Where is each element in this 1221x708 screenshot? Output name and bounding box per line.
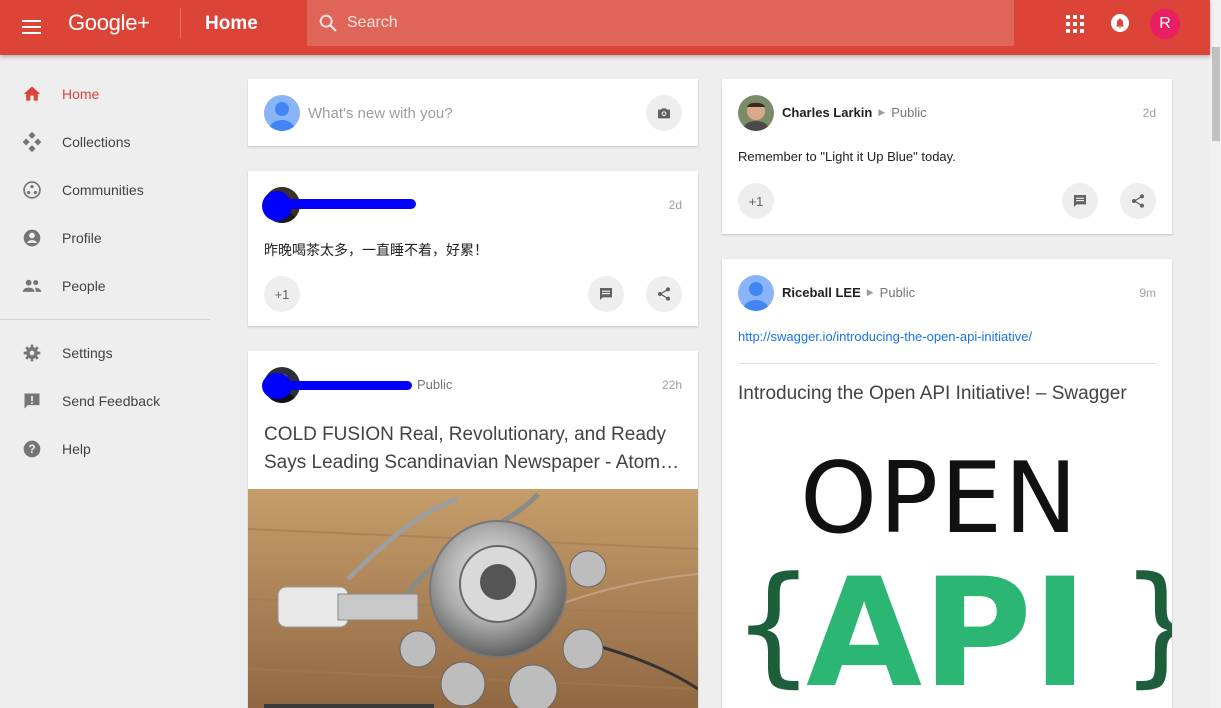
sidebar-item-help[interactable]: ? Help <box>0 425 210 473</box>
caret-right-icon: ▶ <box>878 107 886 117</box>
account-avatar[interactable]: R <box>1150 9 1180 39</box>
comment-button[interactable] <box>588 276 624 312</box>
search-input[interactable] <box>347 14 947 32</box>
google-plus-logo[interactable]: Google+ <box>68 10 150 36</box>
home-icon <box>21 83 43 105</box>
help-icon: ? <box>21 438 43 460</box>
sidebar-nav: Home Collections Communities Profile Peo… <box>0 70 210 473</box>
post-header-meta: Charles Larkin ▶ Public <box>782 105 927 120</box>
redacted-author-name <box>276 381 412 390</box>
search-icon <box>319 14 337 32</box>
openapi-right-brace: } <box>1120 554 1172 694</box>
camera-icon <box>658 108 670 119</box>
plus-one-button[interactable]: +1 <box>738 183 774 219</box>
sidebar-divider <box>0 319 210 320</box>
post-timestamp[interactable]: 22h <box>662 378 682 392</box>
link-divider <box>738 363 1156 364</box>
camera-button[interactable] <box>646 95 682 131</box>
top-app-bar: Google+ Home R <box>0 0 1210 55</box>
feedback-icon <box>21 390 43 412</box>
sidebar-item-label: Help <box>62 441 91 457</box>
sidebar-item-label: Settings <box>62 345 113 361</box>
sidebar-item-send-feedback[interactable]: Send Feedback <box>0 377 210 425</box>
plus-one-button[interactable]: +1 <box>264 276 300 312</box>
share-icon <box>658 287 670 301</box>
openapi-left-brace: { <box>732 548 815 700</box>
post-visibility[interactable]: Public <box>417 377 452 392</box>
link-preview-title[interactable]: Introducing the Open API Initiative! – S… <box>738 383 1127 405</box>
post-link[interactable]: http://swagger.io/introducing-the-open-a… <box>738 329 1032 344</box>
post-header-meta: Riceball LEE ▶ Public <box>782 285 915 300</box>
page-scrollbar[interactable] <box>1210 0 1221 708</box>
sidebar-item-profile[interactable]: Profile <box>0 214 210 262</box>
search-bar[interactable] <box>307 0 1014 46</box>
post-visibility[interactable]: Public <box>880 285 915 300</box>
author-name[interactable]: Charles Larkin <box>782 105 872 120</box>
sidebar-item-label: Collections <box>62 134 131 150</box>
post-timestamp[interactable]: 2d <box>669 198 682 212</box>
post-timestamp[interactable]: 9m <box>1139 286 1156 300</box>
post-card: 2d 昨晚喝茶太多，一直睡不着，好累！ +1 <box>248 171 698 326</box>
openapi-logo-image[interactable]: OPEN { API } <box>722 444 1172 708</box>
share-icon <box>1132 194 1144 208</box>
svg-text:?: ? <box>28 443 35 456</box>
post-timestamp[interactable]: 2d <box>1143 106 1156 120</box>
sidebar-item-label: Communities <box>62 182 144 198</box>
comment-icon <box>1074 195 1086 207</box>
share-button[interactable] <box>646 276 682 312</box>
composer-card[interactable]: What's new with you? <box>248 79 698 146</box>
sidebar-item-label: Send Feedback <box>62 393 161 409</box>
page-title: Home <box>205 13 258 34</box>
post-image[interactable] <box>248 489 698 708</box>
hamburger-menu-icon[interactable] <box>14 14 50 40</box>
author-name[interactable]: Riceball LEE <box>782 285 861 300</box>
notifications-bell-icon[interactable] <box>1111 14 1129 32</box>
scrollbar-thumb[interactable] <box>1212 47 1220 141</box>
sidebar-item-label: Profile <box>62 230 102 246</box>
post-link-title[interactable]: COLD FUSION Real, Revolutionary, and Rea… <box>264 421 684 477</box>
settings-icon <box>21 342 43 364</box>
people-icon <box>21 275 43 297</box>
composer-prompt[interactable]: What's new with you? <box>308 105 453 122</box>
sidebar-item-communities[interactable]: Communities <box>0 166 210 214</box>
sidebar-item-people[interactable]: People <box>0 262 210 310</box>
profile-icon <box>21 227 43 249</box>
composer-avatar <box>264 95 300 131</box>
sidebar-item-label: People <box>62 278 106 294</box>
post-text: Remember to "Light it Up Blue" today. <box>738 149 956 164</box>
share-button[interactable] <box>1120 183 1156 219</box>
header-divider <box>180 8 181 38</box>
post-card: Charles Larkin ▶ Public 2d Remember to "… <box>722 79 1172 234</box>
post-card: Riceball LEE ▶ Public 9m http://swagger.… <box>722 259 1172 708</box>
sidebar-item-collections[interactable]: Collections <box>0 118 210 166</box>
sidebar-item-home[interactable]: Home <box>0 70 210 118</box>
openapi-word-open: OPEN <box>800 442 1080 556</box>
post-card: Public 22h COLD FUSION Real, Revolutiona… <box>248 351 698 708</box>
communities-icon <box>21 179 43 201</box>
apps-grid-icon[interactable] <box>1066 15 1084 33</box>
collections-icon <box>21 131 43 153</box>
sidebar-item-settings[interactable]: Settings <box>0 329 210 377</box>
comment-button[interactable] <box>1062 183 1098 219</box>
sidebar-item-label: Home <box>62 86 100 102</box>
openapi-word-api: API <box>806 547 1088 708</box>
caret-right-icon: ▶ <box>866 287 874 297</box>
author-avatar[interactable] <box>738 95 774 131</box>
comment-icon <box>600 288 612 300</box>
redacted-author-name <box>278 199 416 209</box>
post-visibility[interactable]: Public <box>891 105 926 120</box>
post-text: 昨晚喝茶太多，一直睡不着，好累！ <box>264 243 488 259</box>
author-avatar[interactable] <box>738 275 774 311</box>
